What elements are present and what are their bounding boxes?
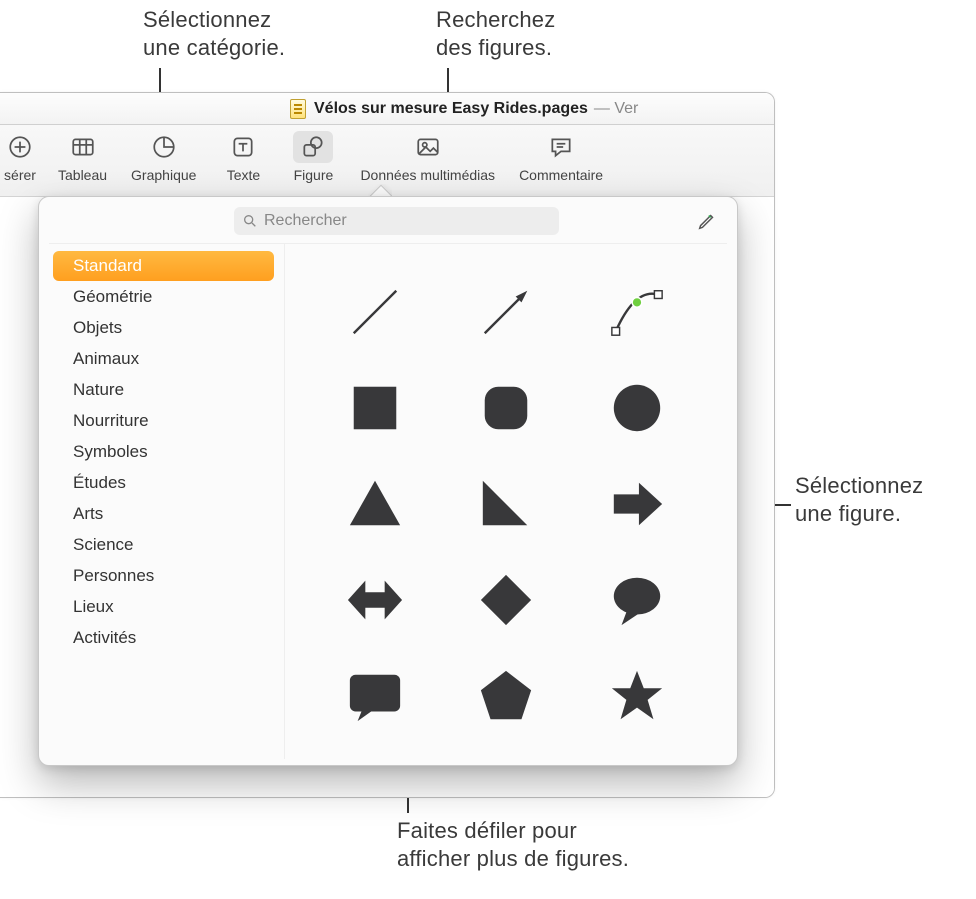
comment-icon	[541, 131, 581, 163]
shape-diamond[interactable]	[475, 569, 537, 631]
toolbar-insert[interactable]: sérer	[0, 131, 46, 183]
category-item-standard[interactable]: Standard	[53, 251, 274, 281]
plus-icon	[0, 131, 40, 163]
category-item-objets[interactable]: Objets	[53, 313, 274, 343]
shape-square[interactable]	[344, 377, 406, 439]
shapes-popover: Rechercher StandardGéométrieObjetsAnimau…	[38, 196, 738, 766]
category-item-arts[interactable]: Arts	[53, 499, 274, 529]
shape-line[interactable]	[344, 281, 406, 343]
toolbar-text[interactable]: Texte	[208, 131, 278, 183]
text-icon	[223, 131, 263, 163]
toolbar-comment[interactable]: Commentaire	[507, 131, 615, 183]
category-item-science[interactable]: Science	[53, 530, 274, 560]
category-item-nature[interactable]: Nature	[53, 375, 274, 405]
search-icon	[242, 213, 258, 229]
shape-circle[interactable]	[606, 377, 668, 439]
category-list: StandardGéométrieObjetsAnimauxNatureNour…	[49, 244, 284, 759]
category-item-études[interactable]: Études	[53, 468, 274, 498]
toolbar-media[interactable]: Données multimédias	[348, 131, 507, 183]
callout-search-shapes: Recherchez des figures.	[436, 6, 555, 61]
chart-icon	[144, 131, 184, 163]
shape-triangle[interactable]	[344, 473, 406, 535]
shape-grid	[284, 244, 727, 759]
shape-callout-box[interactable]	[344, 665, 406, 727]
search-placeholder: Rechercher	[264, 212, 347, 230]
shape-speech-bubble[interactable]	[606, 569, 668, 631]
toolbar-chart[interactable]: Graphique	[119, 131, 208, 183]
titlebar: Vélos sur mesure Easy Rides.pages — Ver	[0, 93, 774, 125]
document-icon	[290, 99, 306, 119]
popover-header: Rechercher	[49, 207, 727, 243]
toolbar-shape[interactable]: Figure	[278, 131, 348, 183]
callout-scroll-more: Faites défiler pour afficher plus de fig…	[397, 817, 629, 872]
callout-select-shape: Sélectionnez une figure.	[795, 472, 923, 527]
callout-select-category: Sélectionnez une catégorie.	[143, 6, 285, 61]
shape-right-triangle[interactable]	[475, 473, 537, 535]
media-icon	[408, 131, 448, 163]
shape-arrow-double[interactable]	[344, 569, 406, 631]
shape-arrow-line[interactable]	[475, 281, 537, 343]
shape-arrow-right[interactable]	[606, 473, 668, 535]
toolbar-table[interactable]: Tableau	[46, 131, 119, 183]
shape-curve-editable[interactable]	[606, 281, 668, 343]
document-title-suffix: — Ver	[594, 100, 638, 118]
search-input[interactable]: Rechercher	[234, 207, 559, 235]
shape-star[interactable]	[606, 665, 668, 727]
document-title: Vélos sur mesure Easy Rides.pages	[314, 100, 588, 118]
pen-icon	[696, 210, 718, 232]
shape-pentagon[interactable]	[475, 665, 537, 727]
category-item-personnes[interactable]: Personnes	[53, 561, 274, 591]
draw-shape-button[interactable]	[693, 207, 721, 235]
category-item-animaux[interactable]: Animaux	[53, 344, 274, 374]
category-item-symboles[interactable]: Symboles	[53, 437, 274, 467]
category-item-activités[interactable]: Activités	[53, 623, 274, 653]
category-item-nourriture[interactable]: Nourriture	[53, 406, 274, 436]
category-item-lieux[interactable]: Lieux	[53, 592, 274, 622]
table-icon	[63, 131, 103, 163]
shape-icon	[293, 131, 333, 163]
shape-rounded-square[interactable]	[475, 377, 537, 439]
category-item-géométrie[interactable]: Géométrie	[53, 282, 274, 312]
